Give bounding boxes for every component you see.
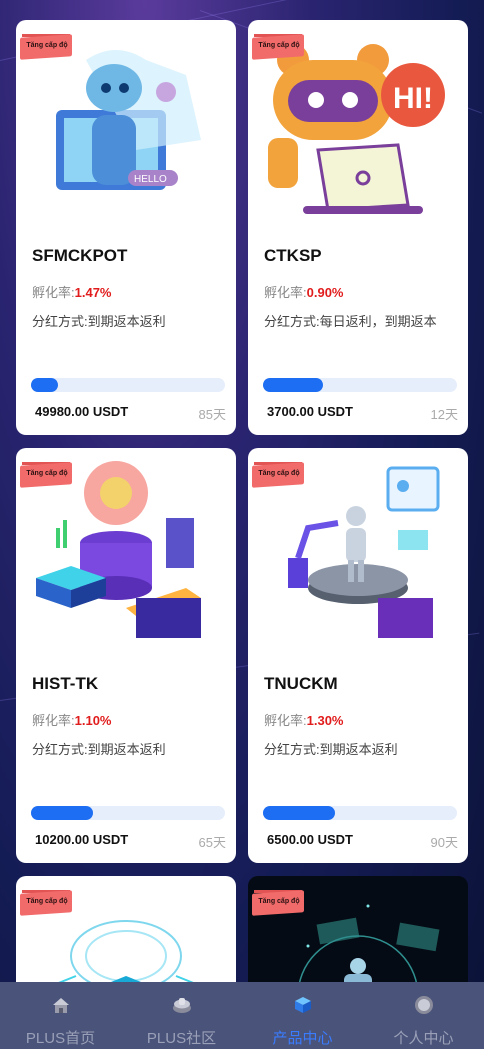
yield-rate-value: 1.30% — [306, 713, 344, 728]
level-up-ribbon: Tăng cấp độ — [252, 34, 306, 60]
product-days: 90天 — [430, 835, 458, 850]
tab-label: PLUS社区 — [146, 1030, 217, 1047]
product-days: 12天 — [430, 407, 458, 422]
product-amount: 49980.00 USDT — [35, 404, 129, 419]
profile-icon — [414, 996, 433, 1014]
product-amount: 10200.00 USDT — [35, 832, 129, 847]
ribbon-label: Tăng cấp độ — [258, 42, 300, 49]
product-name: TNUCKM — [264, 674, 338, 693]
ribbon-label: Tăng cấp độ — [26, 470, 68, 477]
product-grid: Tăng cấp độ HELLO SFMCKPOT 孵化率:1.47% 分红方… — [16, 20, 468, 1036]
level-up-ribbon: Tăng cấp độ — [252, 462, 306, 488]
product-days: 85天 — [198, 407, 226, 422]
progress-bar — [31, 806, 225, 820]
level-up-ribbon: Tăng cấp độ — [20, 890, 74, 916]
product-cube-icon — [294, 997, 311, 1013]
yield-rate-value: 1.47% — [74, 285, 112, 300]
product-card[interactable]: Tăng cấp độ HI! CTKSP 孵化率:0.90% 分红方式:每日返… — [248, 20, 468, 435]
dividend-method: 分红方式:到期返本返利 — [32, 742, 166, 757]
product-name: SFMCKPOT — [32, 246, 128, 265]
product-card[interactable]: Tăng cấp độ HIST-TK 孵化率:1.10% 分红方式:到期返本返… — [16, 448, 236, 863]
yield-rate-value: 1.10% — [74, 713, 112, 728]
level-up-ribbon: Tăng cấp độ — [20, 462, 74, 488]
product-amount: 6500.00 USDT — [267, 832, 353, 847]
tab-plus-home[interactable]: PLUS首页 — [0, 982, 121, 1049]
tab-label: 个人中心 — [393, 1030, 454, 1047]
tab-label: 产品中心 — [272, 1030, 333, 1047]
bottom-tab-bar: PLUS首页 PLUS社区 产品中心 个人中心 — [0, 982, 484, 1049]
yield-rate: 孵化率:1.30% — [264, 713, 344, 728]
progress-bar — [263, 378, 457, 392]
dividend-method: 分红方式:到期返本返利 — [32, 314, 166, 329]
tab-product-center[interactable]: 产品中心 — [242, 982, 363, 1049]
yield-rate: 孵化率:0.90% — [264, 285, 344, 300]
level-up-ribbon: Tăng cấp độ — [252, 890, 306, 916]
product-name: HIST-TK — [32, 674, 99, 693]
ribbon-label: Tăng cấp độ — [258, 470, 300, 477]
product-card[interactable]: Tăng cấp độ HELLO SFMCKPOT 孵化率:1.47% 分红方… — [16, 20, 236, 435]
level-up-ribbon: Tăng cấp độ — [20, 34, 74, 60]
yield-rate-value: 0.90% — [306, 285, 344, 300]
progress-bar — [263, 806, 457, 820]
ribbon-label: Tăng cấp độ — [258, 898, 300, 905]
tab-label: PLUS首页 — [25, 1030, 96, 1047]
yield-rate: 孵化率:1.10% — [32, 713, 112, 728]
dividend-method: 分红方式:到期返本返利 — [264, 742, 398, 757]
tab-plus-community[interactable]: PLUS社区 — [121, 982, 242, 1049]
dividend-method: 分红方式:每日返利，到期返本 — [264, 314, 437, 329]
svg-text:HI!: HI! — [393, 82, 433, 115]
tab-personal-center[interactable]: 个人中心 — [363, 982, 484, 1049]
product-name: CTKSP — [264, 246, 322, 265]
product-days: 65天 — [198, 835, 226, 850]
yield-rate: 孵化率:1.47% — [32, 285, 112, 300]
ribbon-label: Tăng cấp độ — [26, 42, 68, 49]
ribbon-label: Tăng cấp độ — [26, 898, 68, 905]
svg-text:HELLO: HELLO — [134, 174, 167, 185]
home-icon — [52, 998, 69, 1013]
product-card[interactable]: Tăng cấp độ TNUCKM 孵化率:1.30% 分红方式:到期返本返利… — [248, 448, 468, 863]
product-amount: 3700.00 USDT — [267, 404, 353, 419]
progress-bar — [31, 378, 225, 392]
community-icon — [172, 998, 191, 1013]
